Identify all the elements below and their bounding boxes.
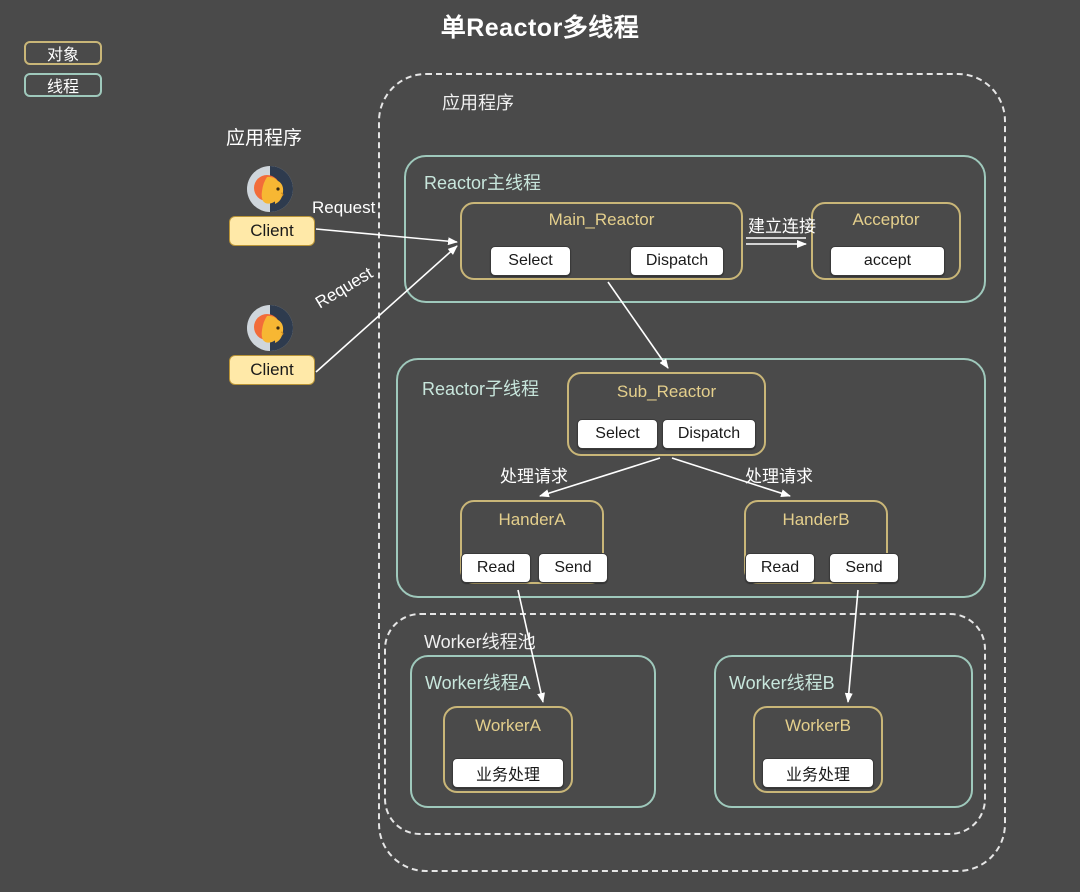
sub-reactor-object[interactable]: Sub_Reactor Select Dispatch: [567, 372, 766, 456]
workerb-business-button[interactable]: 业务处理: [762, 758, 874, 788]
legend-item-object: 对象: [24, 41, 102, 65]
acceptor-object[interactable]: Acceptor accept: [811, 202, 961, 280]
page-title: 单Reactor多线程: [440, 14, 640, 42]
main-reactor-select-button[interactable]: Select: [490, 246, 571, 276]
user-avatar-icon: [247, 305, 293, 351]
handera-send-button[interactable]: Send: [538, 553, 608, 583]
acceptor-title: Acceptor: [852, 210, 920, 229]
client-a-label: Client: [250, 221, 294, 240]
edge-label-establish-connection: 建立连接: [748, 217, 816, 236]
client-b-label: Client: [250, 360, 294, 379]
workera-title: WorkerA: [475, 716, 541, 735]
client-avatar-b: [247, 305, 293, 356]
legend-item-thread: 线程: [24, 73, 102, 97]
sub-reactor-select-button[interactable]: Select: [577, 419, 658, 449]
edge-label-handle-request-b: 处理请求: [745, 467, 813, 486]
client-area-heading: 应用程序: [226, 128, 303, 149]
client-node-a[interactable]: Client: [229, 216, 315, 246]
reactor-main-thread-label: Reactor主线程: [424, 173, 542, 193]
client-avatar-a: [247, 166, 293, 217]
worker-thread-b-label: Worker线程B: [729, 673, 835, 693]
edge-label-client-b-request: Request: [312, 263, 377, 313]
handera-read-button[interactable]: Read: [461, 553, 531, 583]
legend-object-label: 对象: [46, 47, 79, 64]
sub-reactor-title: Sub_Reactor: [616, 382, 717, 401]
edge-label-client-a-request: Request: [312, 198, 376, 217]
legend-thread-label: 线程: [46, 79, 79, 96]
sub-reactor-dispatch-button[interactable]: Dispatch: [662, 419, 756, 449]
handerb-title: HanderB: [782, 510, 850, 529]
edge-label-handle-request-a: 处理请求: [500, 467, 568, 486]
client-node-b[interactable]: Client: [229, 355, 315, 385]
main-reactor-dispatch-button[interactable]: Dispatch: [630, 246, 724, 276]
worker-thread-a-label: Worker线程A: [425, 673, 531, 693]
workera-business-button[interactable]: 业务处理: [452, 758, 564, 788]
handera-title: HanderA: [498, 510, 566, 529]
application-container-label: 应用程序: [442, 93, 514, 113]
handerb-object[interactable]: HanderB Read Send: [744, 500, 899, 584]
workera-object[interactable]: WorkerA 业务处理: [443, 706, 573, 793]
acceptor-accept-button[interactable]: accept: [830, 246, 945, 276]
workerb-title: WorkerB: [785, 716, 851, 735]
main-reactor-title: Main_Reactor: [548, 210, 655, 229]
handerb-read-button[interactable]: Read: [745, 553, 815, 583]
workerb-object[interactable]: WorkerB 业务处理: [753, 706, 883, 793]
reactor-sub-thread-label: Reactor子线程: [422, 379, 540, 399]
handera-object[interactable]: HanderA Read Send: [460, 500, 608, 584]
worker-pool-label: Worker线程池: [424, 632, 536, 652]
user-avatar-icon: [247, 166, 293, 212]
main-reactor-object[interactable]: Main_Reactor Select Dispatch: [460, 202, 743, 280]
handerb-send-button[interactable]: Send: [829, 553, 899, 583]
